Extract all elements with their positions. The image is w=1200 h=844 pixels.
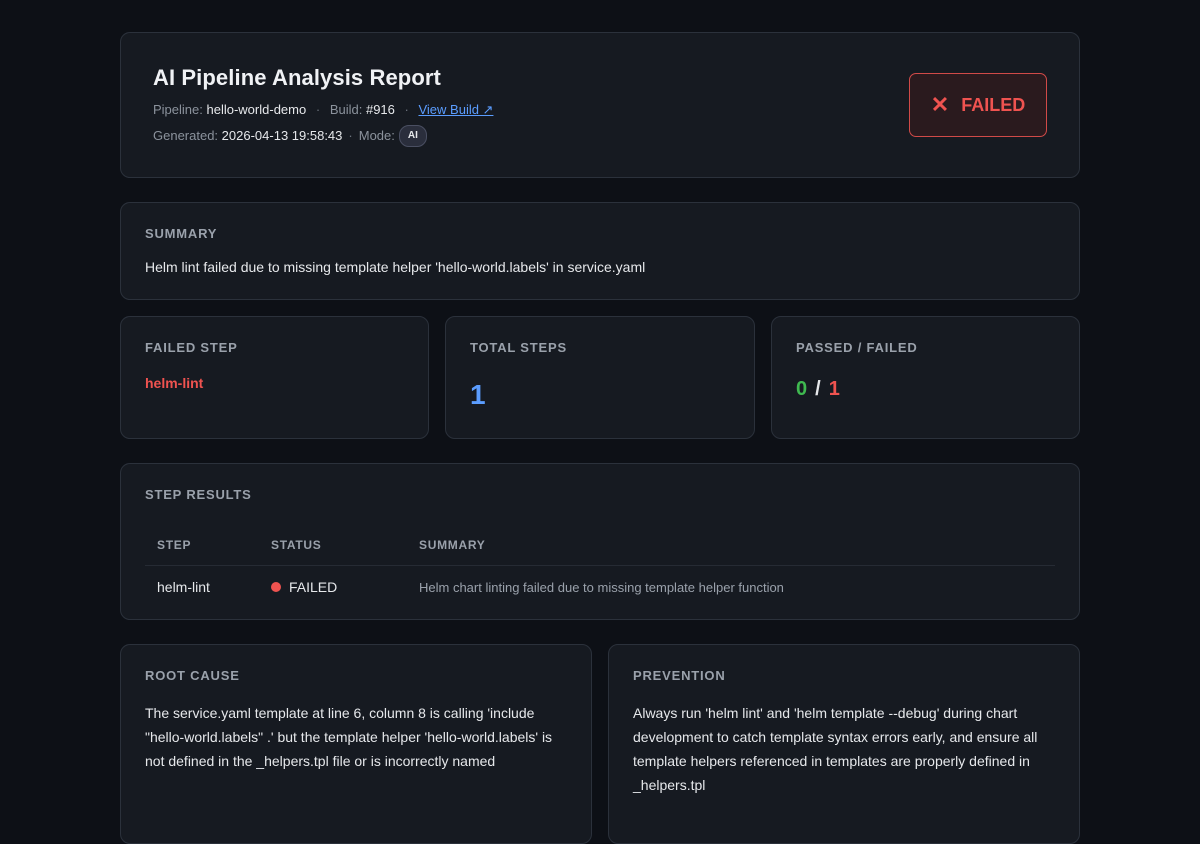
summary-cell: Helm chart linting failed due to missing… <box>419 579 784 595</box>
separator: · <box>315 102 321 117</box>
total-steps-label: TOTAL STEPS <box>470 340 567 355</box>
total-steps-value: 1 <box>470 379 486 410</box>
prevention-label: PREVENTION <box>633 668 726 683</box>
failed-step-label: FAILED STEP <box>145 340 238 355</box>
step-results-table: STEP STATUS SUMMARY helm-lint FAILED Hel… <box>145 524 1055 608</box>
status-cell: FAILED <box>271 579 419 595</box>
failed-count: 1 <box>828 378 840 400</box>
mode-label: Mode: <box>358 128 395 143</box>
build-value: #916 <box>365 102 395 117</box>
red-dot-icon <box>271 582 281 592</box>
root-cause-card: ROOT CAUSE The service.yaml template at … <box>120 644 592 844</box>
report-header: AI Pipeline Analysis Report Pipeline: he… <box>120 32 1080 178</box>
total-steps-card: TOTAL STEPS 1 <box>445 316 755 439</box>
generated-label: Generated: <box>153 128 219 143</box>
mode-badge: AI <box>398 125 427 147</box>
failed-step-value: helm-lint <box>145 375 204 391</box>
status-text: FAILED <box>961 94 1026 115</box>
prevention-text: Always run 'helm lint' and 'helm templat… <box>633 705 1038 793</box>
status-badge: ✕ FAILED <box>909 73 1047 137</box>
status-cell-text: FAILED <box>289 579 338 595</box>
passed-failed-card: PASSED / FAILED 0 / 1 <box>771 316 1080 439</box>
view-build-link[interactable]: View Build ↗ <box>418 102 493 117</box>
column-header-summary: SUMMARY <box>419 537 486 552</box>
bottom-row: ROOT CAUSE The service.yaml template at … <box>120 644 1080 844</box>
close-x-icon: ✕ <box>930 92 950 117</box>
separator: · <box>404 102 409 117</box>
passed-failed-label: PASSED / FAILED <box>796 340 918 355</box>
root-cause-text: The service.yaml template at line 6, col… <box>145 705 553 769</box>
separator: · <box>348 128 353 143</box>
pipeline-label: Pipeline: <box>153 102 203 117</box>
table-header: STEP STATUS SUMMARY <box>145 524 1055 566</box>
step-results-label: STEP RESULTS <box>145 487 252 502</box>
table-row: helm-lint FAILED Helm chart linting fail… <box>145 566 1055 608</box>
report-container: AI Pipeline Analysis Report Pipeline: he… <box>120 32 1080 844</box>
pipeline-value: hello-world-demo <box>206 102 307 117</box>
root-cause-label: ROOT CAUSE <box>145 668 240 683</box>
passed-failed-value: 0 / 1 <box>796 378 1055 401</box>
step-results-card: STEP RESULTS STEP STATUS SUMMARY helm-li… <box>120 463 1080 620</box>
stats-row: FAILED STEP helm-lint TOTAL STEPS 1 PASS… <box>120 316 1080 439</box>
step-cell: helm-lint <box>157 579 210 595</box>
build-label: Build: <box>329 102 363 117</box>
column-header-status: STATUS <box>271 537 322 552</box>
slash: / <box>815 378 821 400</box>
summary-text: Helm lint failed due to missing template… <box>145 259 646 275</box>
summary-label: SUMMARY <box>145 226 218 241</box>
passed-count: 0 <box>796 378 808 400</box>
prevention-card: PREVENTION Always run 'helm lint' and 'h… <box>608 644 1080 844</box>
failed-step-card: FAILED STEP helm-lint <box>120 316 429 439</box>
column-header-step: STEP <box>157 537 192 552</box>
summary-card: SUMMARY Helm lint failed due to missing … <box>120 202 1080 300</box>
generated-value: 2026-04-13 19:58:43 <box>221 128 343 143</box>
